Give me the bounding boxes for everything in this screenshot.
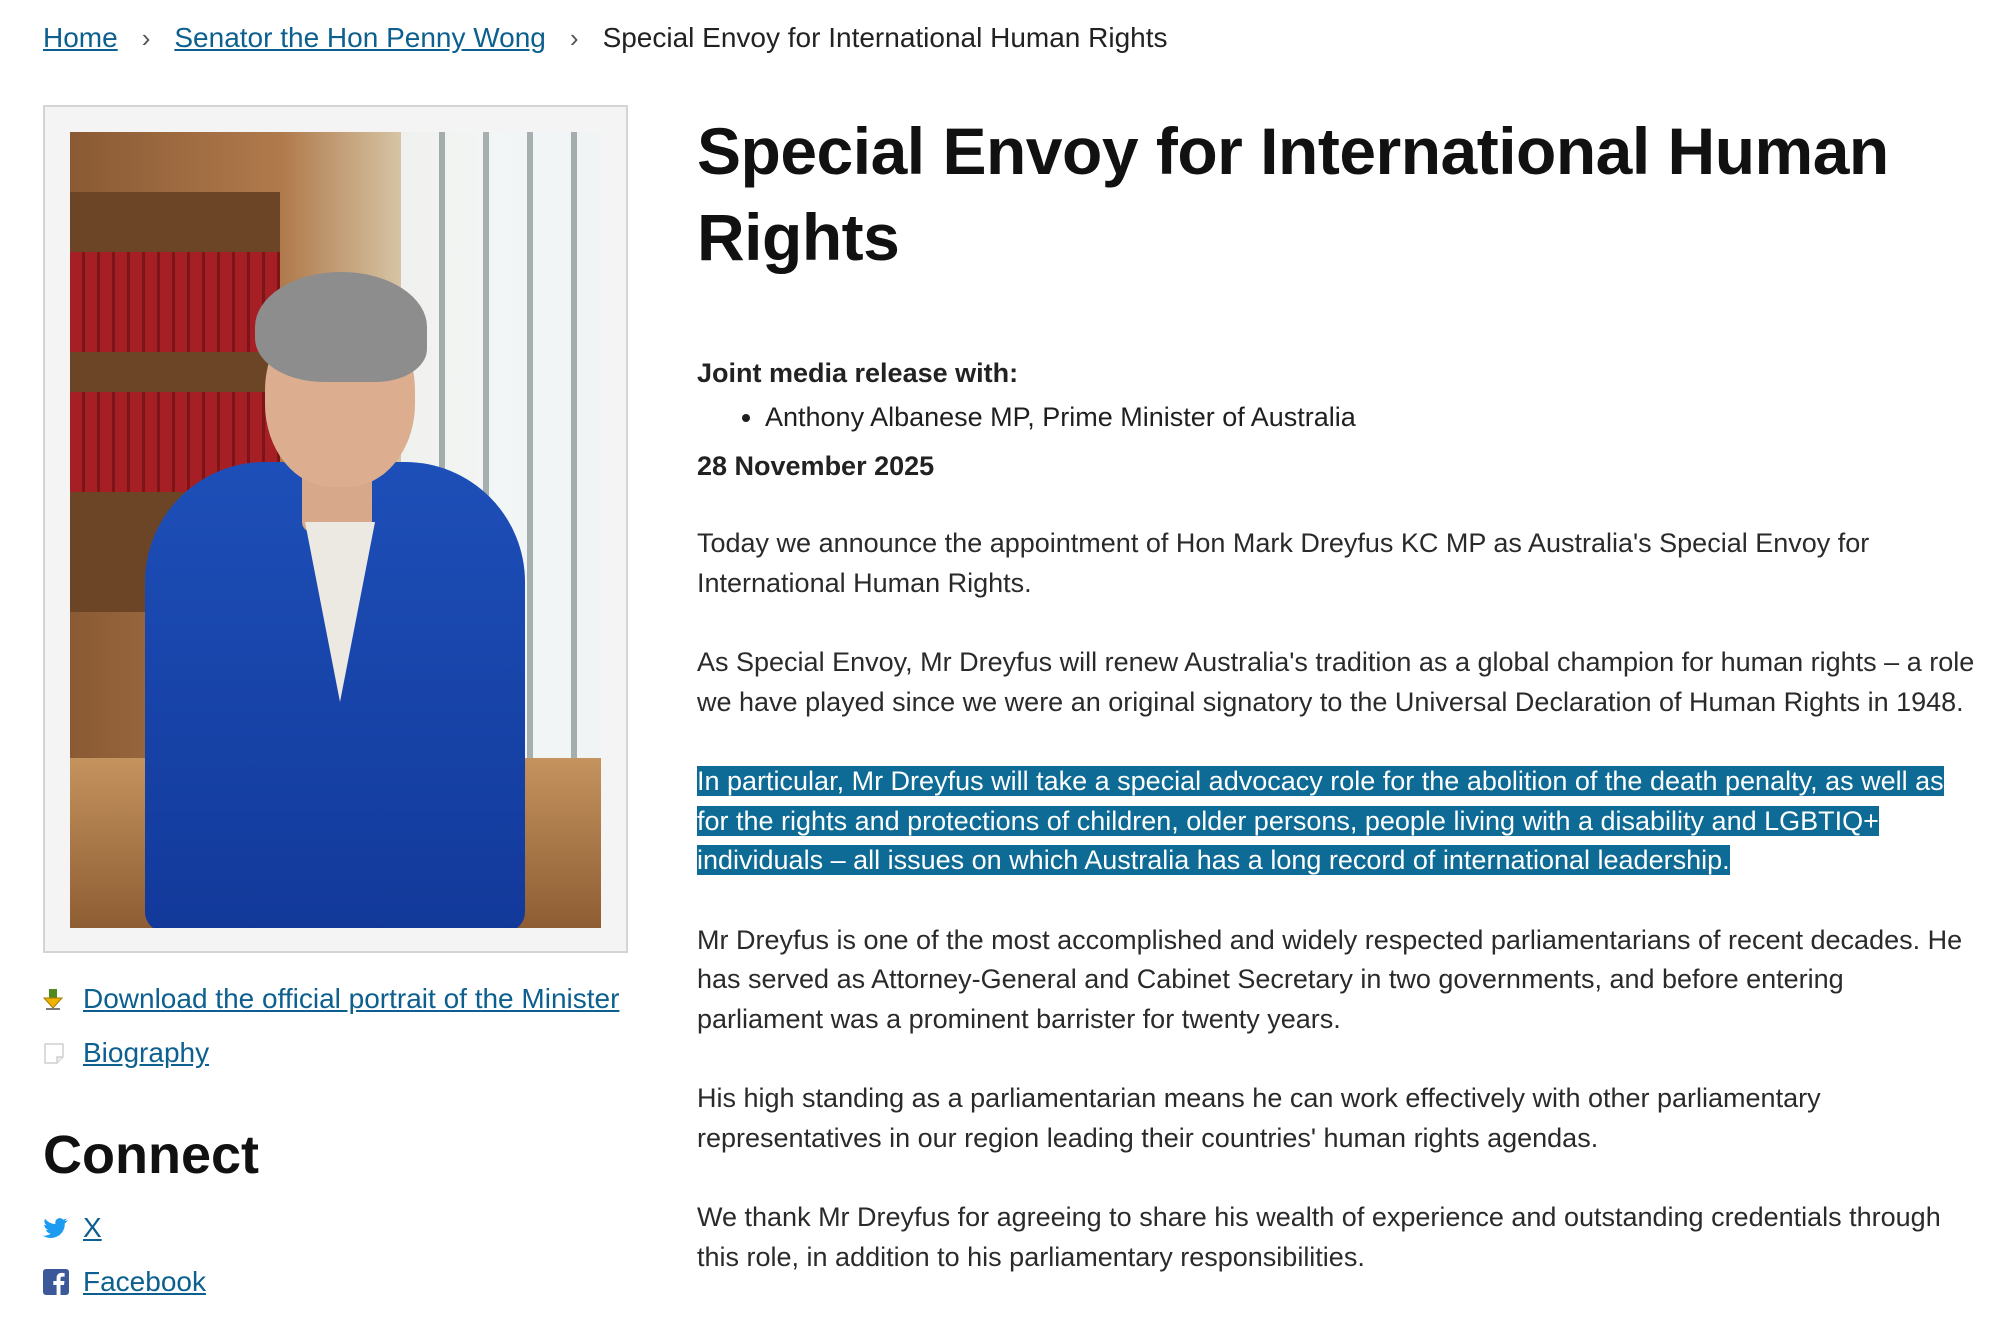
portrait-books <box>70 252 280 352</box>
twitter-bird-icon <box>43 1217 83 1239</box>
download-arrow-icon <box>43 987 83 1011</box>
sidebar: Download the official portrait of the Mi… <box>43 105 628 1298</box>
minister-portrait-image <box>70 132 601 928</box>
social-facebook-row: Facebook <box>43 1266 628 1298</box>
social-x-link[interactable]: X <box>83 1212 102 1244</box>
breadcrumb-separator-icon: › <box>141 22 151 53</box>
portrait-hair <box>255 272 427 382</box>
article-paragraph: Today we announce the appointment of Hon… <box>697 528 1870 598</box>
article-paragraph: Mr Dreyfus is one of the most accomplish… <box>697 924 1963 1034</box>
page-title: Special Envoy for International Human Ri… <box>697 114 1889 274</box>
article: Special Envoy for International Human Ri… <box>697 108 1977 1277</box>
biography-link[interactable]: Biography <box>83 1037 209 1069</box>
breadcrumb: Home › Senator the Hon Penny Wong › Spec… <box>43 22 1168 54</box>
joint-release-label: Joint media release with: <box>697 358 1019 388</box>
article-paragraph-selected: In particular, Mr Dreyfus will take a sp… <box>697 762 1977 881</box>
breadcrumb-current: Special Envoy for International Human Ri… <box>602 22 1168 53</box>
social-x-row: X <box>43 1212 628 1244</box>
facebook-icon <box>43 1269 83 1295</box>
joint-release-list: Anthony Albanese MP, Prime Minister of A… <box>697 397 1977 437</box>
release-date: 28 November 2025 <box>697 451 935 481</box>
breadcrumb-home-link[interactable]: Home <box>43 22 118 54</box>
connect-heading: Connect <box>43 1125 259 1185</box>
social-facebook-link[interactable]: Facebook <box>83 1266 206 1298</box>
download-portrait-link[interactable]: Download the official portrait of the Mi… <box>83 983 619 1015</box>
article-paragraph: As Special Envoy, Mr Dreyfus will renew … <box>697 647 1975 717</box>
joint-release-item: Anthony Albanese MP, Prime Minister of A… <box>765 397 1977 437</box>
breadcrumb-separator-icon: › <box>569 22 579 53</box>
download-portrait-row: Download the official portrait of the Mi… <box>43 983 628 1015</box>
breadcrumb-minister-link[interactable]: Senator the Hon Penny Wong <box>174 22 546 54</box>
biography-row: Biography <box>43 1037 628 1069</box>
article-paragraph: We thank Mr Dreyfus for agreeing to shar… <box>697 1202 1941 1272</box>
document-icon <box>43 1041 83 1065</box>
selected-text-highlight[interactable]: In particular, Mr Dreyfus will take a sp… <box>697 766 1944 875</box>
article-paragraph: His high standing as a parliamentarian m… <box>697 1083 1821 1153</box>
portrait-frame <box>43 105 628 953</box>
